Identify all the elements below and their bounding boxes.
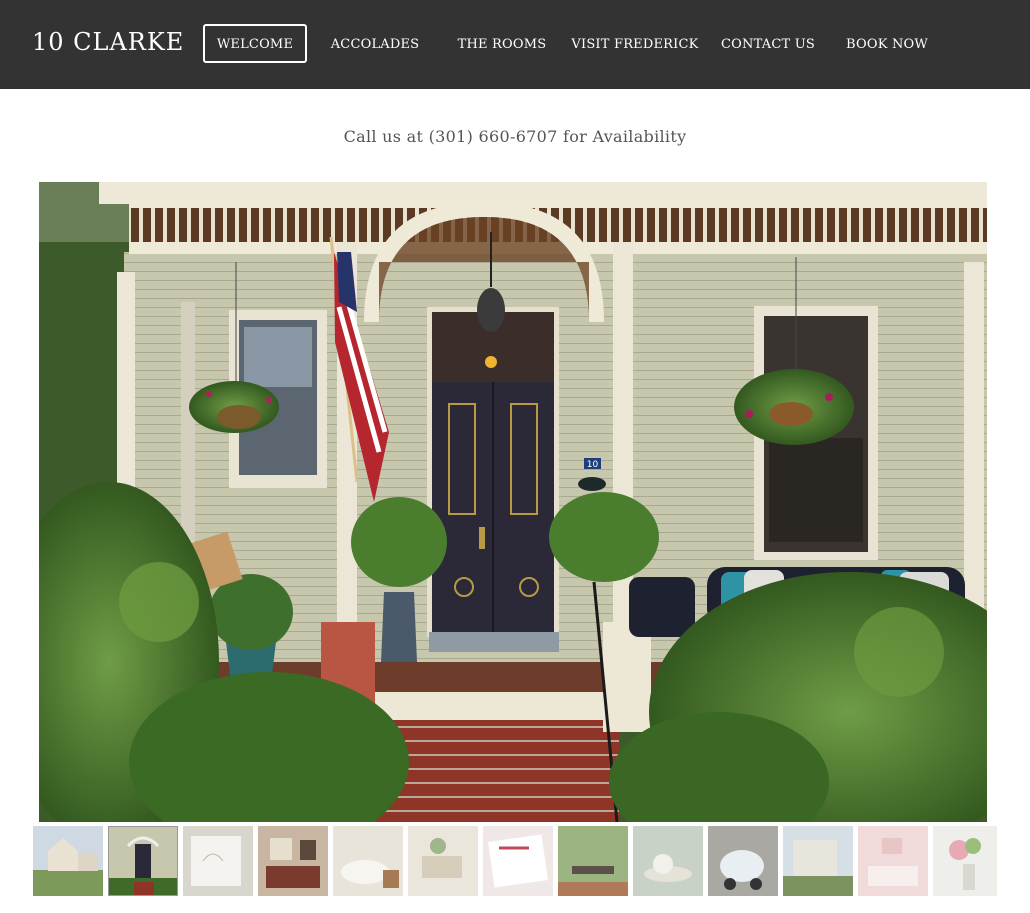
nav-welcome[interactable]: WELCOME — [203, 24, 307, 63]
thumbnail-flowers[interactable] — [933, 826, 997, 896]
thumbnail-porch-exterior[interactable] — [783, 826, 853, 896]
site-logo[interactable]: 10 CLARKE — [32, 27, 184, 57]
site-header: 10 CLARKE WELCOME ACCOLADES THE ROOMS VI… — [0, 0, 1030, 89]
hero-photo: 10 — [39, 182, 987, 822]
thumbnail-garden-table[interactable] — [558, 826, 628, 896]
nav-accolades[interactable]: ACCOLADES — [323, 24, 427, 63]
thumbnail-pink-bedroom[interactable] — [858, 826, 928, 896]
thumbnail-gallery — [33, 826, 997, 898]
thumbnail-bathtub[interactable] — [333, 826, 403, 896]
availability-callout: Call us at (301) 660-6707 for Availabili… — [343, 127, 687, 146]
nav-visit-frederick[interactable]: VISIT FREDERICK — [569, 24, 701, 63]
main-nav: WELCOME ACCOLADES THE ROOMS VISIT FREDER… — [203, 24, 937, 63]
nav-book-now[interactable]: BOOK NOW — [837, 24, 937, 63]
nav-contact-us[interactable]: CONTACT US — [707, 24, 829, 63]
thumbnail-bedroom[interactable] — [258, 826, 328, 896]
nav-the-rooms[interactable]: THE ROOMS — [443, 24, 561, 63]
thumbnail-front-porch[interactable] — [108, 826, 178, 896]
thumbnail-house-exterior[interactable] — [33, 826, 103, 896]
thumbnail-scooter[interactable] — [708, 826, 778, 896]
thumbnail-linens[interactable] — [183, 826, 253, 896]
porch-illustration: 10 — [39, 182, 987, 822]
thumbnail-sitting-room[interactable] — [408, 826, 478, 896]
thumbnail-tea-set[interactable] — [633, 826, 703, 896]
thumbnail-book[interactable] — [483, 826, 553, 896]
house-number: 10 — [587, 460, 599, 470]
